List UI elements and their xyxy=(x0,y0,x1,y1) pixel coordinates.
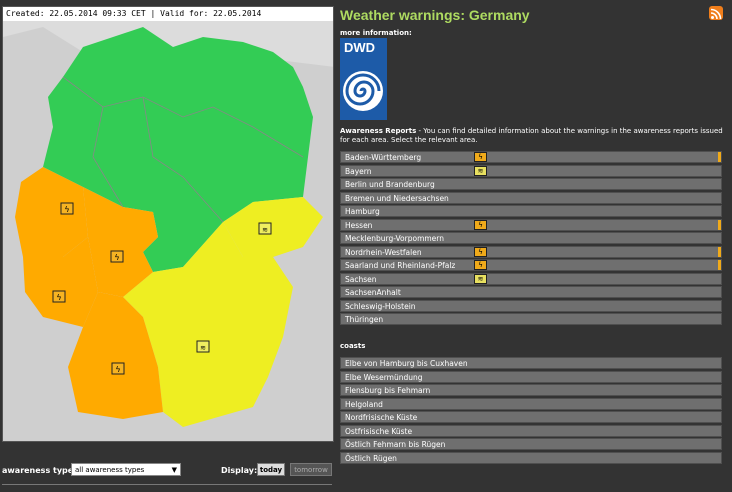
awareness-title: Awareness Reports xyxy=(340,127,417,135)
coasts-list: Elbe von Hamburg bis Cuxhaven Elbe Weserm… xyxy=(340,357,722,465)
thunder-warning-icon: ϟ xyxy=(474,152,487,162)
region-row[interactable]: Schleswig-Holstein xyxy=(340,299,722,312)
chevron-down-icon: ▼ xyxy=(171,466,177,474)
region-name: Bayern xyxy=(345,166,372,176)
today-button[interactable]: today xyxy=(257,463,285,476)
wind-warning-icon: ≋ xyxy=(474,165,487,176)
warning-level-stripe xyxy=(718,260,721,270)
region-name: Schleswig-Holstein xyxy=(345,301,416,311)
region-row[interactable]: Hamburg xyxy=(340,205,722,217)
map-controls: awareness types: all awareness types ▼ D… xyxy=(0,462,336,480)
coast-name: Östlich Fehmarn bis Rügen xyxy=(345,440,446,449)
coast-row[interactable]: Nordfrisische Küste xyxy=(340,411,722,423)
coast-row[interactable]: Flensburg bis Fehmarn xyxy=(340,384,722,396)
coast-name: Östlich Rügen xyxy=(345,453,397,463)
coast-row[interactable]: Elbe von Hamburg bis Cuxhaven xyxy=(340,357,722,369)
region-row[interactable]: Bremen und Niedersachsen xyxy=(340,191,722,204)
coast-row[interactable]: Ostfrisische Küste xyxy=(340,424,722,437)
region-row[interactable]: Thüringen xyxy=(340,313,722,325)
region-row[interactable]: SachsenAnhalt xyxy=(340,286,722,298)
coast-row[interactable]: Helgoland xyxy=(340,397,722,410)
region-name: Saarland und Rheinland-Pfalz xyxy=(345,261,456,270)
warning-level-stripe xyxy=(718,219,721,230)
region-name: Hessen xyxy=(345,220,373,230)
region-row[interactable]: Bayern ≋ xyxy=(340,164,722,177)
svg-text:ϟ: ϟ xyxy=(115,365,120,374)
wind-warning-icon: ≋ xyxy=(474,273,487,284)
dwd-logo[interactable]: DWD xyxy=(340,38,387,120)
svg-text:≋: ≋ xyxy=(262,226,268,234)
svg-text:ϟ: ϟ xyxy=(114,253,119,262)
warning-level-stripe xyxy=(718,246,721,257)
warning-map[interactable]: ϟ ϟ ϟ ϟ ≋ ≋ Created: 22.05.2014 09:33 CE… xyxy=(2,6,334,442)
svg-text:ϟ: ϟ xyxy=(56,293,61,302)
awareness-types-label: awareness types: xyxy=(2,466,82,475)
coast-name: Helgoland xyxy=(345,399,383,409)
region-name: Nordrhein-Westfalen xyxy=(345,247,422,257)
coast-row[interactable]: Elbe Wesermündung xyxy=(340,370,722,383)
awareness-types-select[interactable]: all awareness types ▼ xyxy=(71,463,181,476)
tomorrow-button[interactable]: tomorrow xyxy=(290,463,332,476)
coast-name: Elbe von Hamburg bis Cuxhaven xyxy=(345,359,468,368)
region-row[interactable]: Mecklenburg-Vorpommern xyxy=(340,232,722,244)
svg-text:≋: ≋ xyxy=(200,344,206,352)
thunder-warning-icon: ϟ xyxy=(474,260,487,270)
region-row[interactable]: Saarland und Rheinland-Pfalz ϟ xyxy=(340,259,722,271)
coast-name: Flensburg bis Fehmarn xyxy=(345,386,431,395)
coast-row[interactable]: Östlich Fehmarn bis Rügen xyxy=(340,438,722,450)
thunder-warning-icon: ϟ xyxy=(474,219,487,230)
region-name: Baden-Württemberg xyxy=(345,153,422,162)
coasts-label: coasts xyxy=(340,342,366,350)
region-name: Bremen und Niedersachsen xyxy=(345,193,449,203)
more-info-label: more information: xyxy=(340,29,412,37)
map-header: Created: 22.05.2014 09:33 CET | Valid fo… xyxy=(3,7,333,21)
rss-icon[interactable] xyxy=(709,6,723,20)
region-name: Mecklenburg-Vorpommern xyxy=(345,234,444,243)
display-label: Display: xyxy=(221,466,258,475)
coast-name: Nordfrisische Küste xyxy=(345,413,418,422)
awareness-description: Awareness Reports - You can find detaile… xyxy=(340,127,724,145)
region-name: Sachsen xyxy=(345,274,377,284)
region-row[interactable]: Baden-Württemberg ϟ xyxy=(340,151,722,163)
region-row[interactable]: Sachsen ≋ xyxy=(340,272,722,285)
rss-icon-svg xyxy=(710,8,722,20)
region-name: SachsenAnhalt xyxy=(345,288,401,297)
page-title: Weather warnings: Germany xyxy=(340,7,530,23)
regions-list: Baden-Württemberg ϟ Bayern ≋ Berlin und Bran… xyxy=(340,151,722,327)
germany-map-svg[interactable]: ϟ ϟ ϟ ϟ ≋ ≋ xyxy=(3,7,334,442)
region-name: Berlin und Brandenburg xyxy=(345,180,435,189)
region-row[interactable]: Nordrhein-Westfalen ϟ xyxy=(340,245,722,258)
warning-level-stripe xyxy=(718,152,721,162)
region-name: Hamburg xyxy=(345,207,380,216)
svg-text:ϟ: ϟ xyxy=(64,205,69,214)
coast-name: Elbe Wesermündung xyxy=(345,372,423,382)
region-row[interactable]: Hessen ϟ xyxy=(340,218,722,231)
thunder-warning-icon: ϟ xyxy=(474,246,487,257)
coast-name: Ostfrisische Küste xyxy=(345,426,413,436)
region-row[interactable]: Berlin und Brandenburg xyxy=(340,178,722,190)
coast-row[interactable]: Östlich Rügen xyxy=(340,451,722,464)
dwd-swirl-icon xyxy=(343,71,383,111)
awareness-types-value: all awareness types xyxy=(75,466,145,474)
region-name: Thüringen xyxy=(345,315,384,324)
